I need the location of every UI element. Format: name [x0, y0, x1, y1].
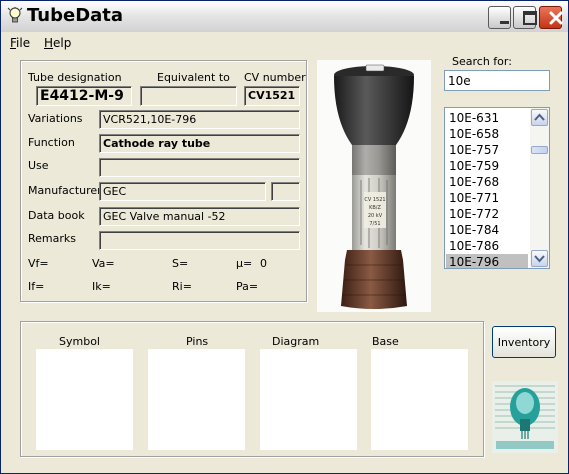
- use-field[interactable]: [99, 158, 300, 177]
- manufacturer-code-field[interactable]: [271, 182, 300, 201]
- minimize-button[interactable]: [488, 6, 511, 29]
- variations-label: Variations: [28, 112, 83, 125]
- base-image: [371, 349, 468, 450]
- symbol-label: Symbol: [59, 335, 100, 348]
- tubedata-window: TubeData File Help Tube designation Equi…: [0, 0, 569, 474]
- base-label: Base: [372, 335, 399, 348]
- menu-file-label: File: [10, 36, 31, 50]
- function-label: Function: [28, 136, 75, 149]
- ik-label: Ik=: [92, 280, 111, 293]
- s-label: S=: [172, 257, 189, 270]
- manufacturer-field[interactable]: GEC: [99, 182, 266, 201]
- cv-number-label: CV number: [244, 71, 306, 84]
- remarks-label: Remarks: [28, 232, 76, 245]
- list-item[interactable]: 10E-786: [446, 238, 528, 254]
- menu-help-label: Help: [44, 36, 72, 50]
- menu-file[interactable]: File: [10, 36, 30, 50]
- equivalent-label: Equivalent to: [157, 71, 230, 84]
- search-label: Search for:: [452, 55, 512, 68]
- scroll-up-icon: [534, 113, 545, 121]
- manufacturer-label: Manufacturer: [28, 184, 102, 197]
- function-field[interactable]: Cathode ray tube: [99, 134, 300, 153]
- data-book-label: Data book: [28, 209, 85, 222]
- tube-designation-label: Tube designation: [28, 71, 122, 84]
- tube-photo: CV 1521 KB/Z 20 kV 7/51: [317, 60, 431, 312]
- variations-field[interactable]: VCR521,10E-796: [99, 110, 300, 129]
- close-icon: [549, 11, 563, 25]
- list-item[interactable]: 10E-772: [446, 206, 528, 222]
- tube-list[interactable]: 10E-631 10E-658 10E-757 10E-759 10E-768 …: [444, 107, 550, 269]
- scroll-down-icon: [534, 255, 545, 263]
- vf-label: Vf=: [28, 257, 49, 270]
- bulb-icon: [7, 7, 23, 23]
- list-item[interactable]: 10E-658: [446, 126, 528, 142]
- list-item[interactable]: 10E-759: [446, 158, 528, 174]
- pa-label: Pa=: [236, 280, 259, 293]
- ri-label: Ri=: [172, 280, 192, 293]
- remarks-field[interactable]: [99, 231, 300, 250]
- maximize-button[interactable]: [513, 6, 537, 29]
- data-book-field[interactable]: GEC Valve manual -52: [99, 207, 300, 226]
- mu-label: µ=: [236, 257, 253, 270]
- equivalent-field[interactable]: [140, 86, 237, 106]
- photo-label-line-1: CV 1521: [364, 197, 385, 203]
- menu-help[interactable]: Help: [44, 36, 71, 50]
- search-input[interactable]: [444, 70, 550, 91]
- diagram-label: Diagram: [272, 335, 320, 348]
- list-item[interactable]: 10E-796: [446, 254, 528, 268]
- list-item[interactable]: 10E-757: [446, 142, 528, 158]
- list-item[interactable]: 10E-771: [446, 190, 528, 206]
- va-label: Va=: [92, 257, 115, 270]
- tube-designation-field[interactable]: E4412-M-9: [36, 86, 132, 106]
- list-item[interactable]: 10E-768: [446, 174, 528, 190]
- scroll-down-button[interactable]: [531, 250, 548, 267]
- cv-number-field[interactable]: CV1521: [244, 86, 300, 106]
- maximize-icon: [523, 11, 537, 25]
- if-label: If=: [28, 280, 45, 293]
- list-item[interactable]: 10E-784: [446, 222, 528, 238]
- use-label: Use: [28, 159, 49, 172]
- menu-bar: File Help: [1, 32, 568, 54]
- scroll-up-button[interactable]: [531, 109, 548, 126]
- mu-value: 0: [260, 257, 267, 270]
- photo-label-line-2: KB/Z: [369, 205, 381, 211]
- pins-image: [148, 349, 245, 450]
- symbol-image: [36, 349, 133, 450]
- title-bar[interactable]: TubeData: [1, 1, 568, 32]
- list-scrollbar[interactable]: [530, 108, 549, 268]
- diagram-image: [260, 349, 357, 450]
- photo-label-line-4: 7/51: [369, 221, 380, 227]
- app-logo: [492, 381, 558, 453]
- list-item[interactable]: 10E-631: [446, 110, 528, 126]
- inventory-button[interactable]: Inventory: [492, 326, 556, 358]
- window-title: TubeData: [27, 5, 124, 26]
- pins-label: Pins: [186, 335, 209, 348]
- scroll-thumb[interactable]: [531, 146, 548, 154]
- close-button[interactable]: [539, 6, 563, 29]
- photo-label-line-3: 20 kV: [368, 213, 383, 219]
